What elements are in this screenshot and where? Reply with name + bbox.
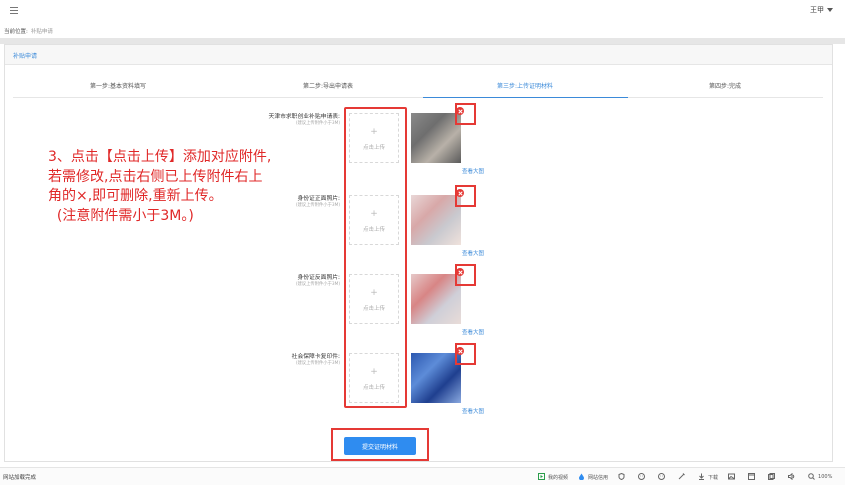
uploaded-thumbnail[interactable] <box>411 113 461 163</box>
view-large-link[interactable]: 查看大图 <box>462 167 484 175</box>
status-item[interactable]: 100% <box>808 472 833 482</box>
breadcrumb: 当前位置: 补贴申请 <box>4 27 53 35</box>
user-name: 王甲 <box>810 6 824 14</box>
step-1: 第一步:基本资料填写 <box>89 83 147 90</box>
step-2: 第二步:导出申请表 <box>302 83 354 90</box>
breadcrumb-label: 当前位置: <box>4 29 28 35</box>
top-bar: 王甲 <box>0 0 845 22</box>
window-icon <box>748 472 758 482</box>
instruction-line: 若需修改,点击右侧已上传附件右上 <box>48 168 263 185</box>
instruction-line: 3、点击【点击上传】添加对应附件, <box>48 149 272 165</box>
field-label: 天津市求职创业补贴申请表: <box>268 114 340 120</box>
magic-icon <box>678 472 688 482</box>
status-tools: 我的视频 网站信用 下载 100% <box>538 472 842 482</box>
menu-icon[interactable] <box>10 7 18 14</box>
uploaded-thumbnail[interactable] <box>411 353 461 403</box>
status-item[interactable]: 下载 <box>698 473 718 482</box>
shield-icon <box>618 472 628 482</box>
user-menu[interactable]: 王甲 <box>810 5 833 15</box>
status-item[interactable] <box>788 472 798 482</box>
panel-header: 补贴申请 <box>5 45 832 65</box>
image-icon <box>728 473 738 482</box>
annotation-frame-delete <box>455 343 476 365</box>
uploaded-thumbnail[interactable] <box>411 274 461 324</box>
status-item-label: 我的视频 <box>548 474 569 481</box>
annotation-frame-delete <box>455 103 476 125</box>
status-item[interactable] <box>638 472 648 482</box>
emoji-icon <box>658 472 668 482</box>
view-large-link[interactable]: 查看大图 <box>462 249 484 257</box>
zoom-icon <box>808 472 818 482</box>
annotation-frame-delete <box>455 185 476 207</box>
view-large-link[interactable]: 查看大图 <box>462 328 484 336</box>
copy-icon <box>768 472 778 482</box>
field-hint: (建议上传附件小于3M) <box>295 121 340 126</box>
instruction-line: 角的×,即可删除,重新上传。 <box>48 188 223 204</box>
status-item[interactable] <box>728 473 738 482</box>
status-item[interactable] <box>618 472 628 482</box>
status-item[interactable]: 网站信用 <box>578 473 608 482</box>
video-icon <box>538 472 548 482</box>
speaker-icon <box>788 472 798 482</box>
emoji-icon <box>638 472 648 482</box>
instruction-line: (注意附件需小于3M。) <box>48 207 194 224</box>
panel-title: 补贴申请 <box>13 53 38 60</box>
caret-down-icon <box>827 8 833 12</box>
status-item-label: 网站信用 <box>588 474 609 481</box>
annotation-frame-upload <box>344 107 407 408</box>
field-label: 身份证反面照片: <box>297 275 340 281</box>
field-label: 社会保障卡复印件: <box>291 354 340 360</box>
field-hint: (建议上传附件小于3M) <box>295 361 340 366</box>
status-item[interactable] <box>658 472 668 482</box>
status-item[interactable] <box>678 472 688 482</box>
status-item-label: 100% <box>818 474 833 480</box>
annotation-frame-delete <box>455 264 476 286</box>
instruction-text: 3、点击【点击上传】添加对应附件, 若需修改,点击右侧已上传附件右上 角的×,即… <box>48 148 344 226</box>
uploaded-thumbnail[interactable] <box>411 195 461 245</box>
status-item-label: 下载 <box>708 474 719 481</box>
submit-materials-button[interactable]: 提交证明材料 <box>344 437 416 455</box>
breadcrumb-current[interactable]: 补贴申请 <box>31 29 53 35</box>
status-item[interactable] <box>748 472 758 482</box>
status-item[interactable] <box>768 472 778 482</box>
status-bar: 网站加载完成 我的视频 网站信用 下载 100% <box>0 467 845 485</box>
step-4: 第四步:完成 <box>708 83 742 90</box>
active-step-underline <box>423 97 628 98</box>
step-3: 第三步:上传证明材料 <box>496 83 554 90</box>
view-large-link[interactable]: 查看大图 <box>462 407 484 415</box>
step-indicator: 第一步:基本资料填写 第二步:导出申请表 第三步:上传证明材料 第四步:完成 <box>13 74 823 98</box>
water-drop-icon <box>578 473 588 482</box>
status-text: 网站加载完成 <box>3 475 37 481</box>
download-icon <box>698 473 708 482</box>
field-hint: (建议上传附件小于3M) <box>295 282 340 287</box>
status-item[interactable]: 我的视频 <box>538 472 569 482</box>
